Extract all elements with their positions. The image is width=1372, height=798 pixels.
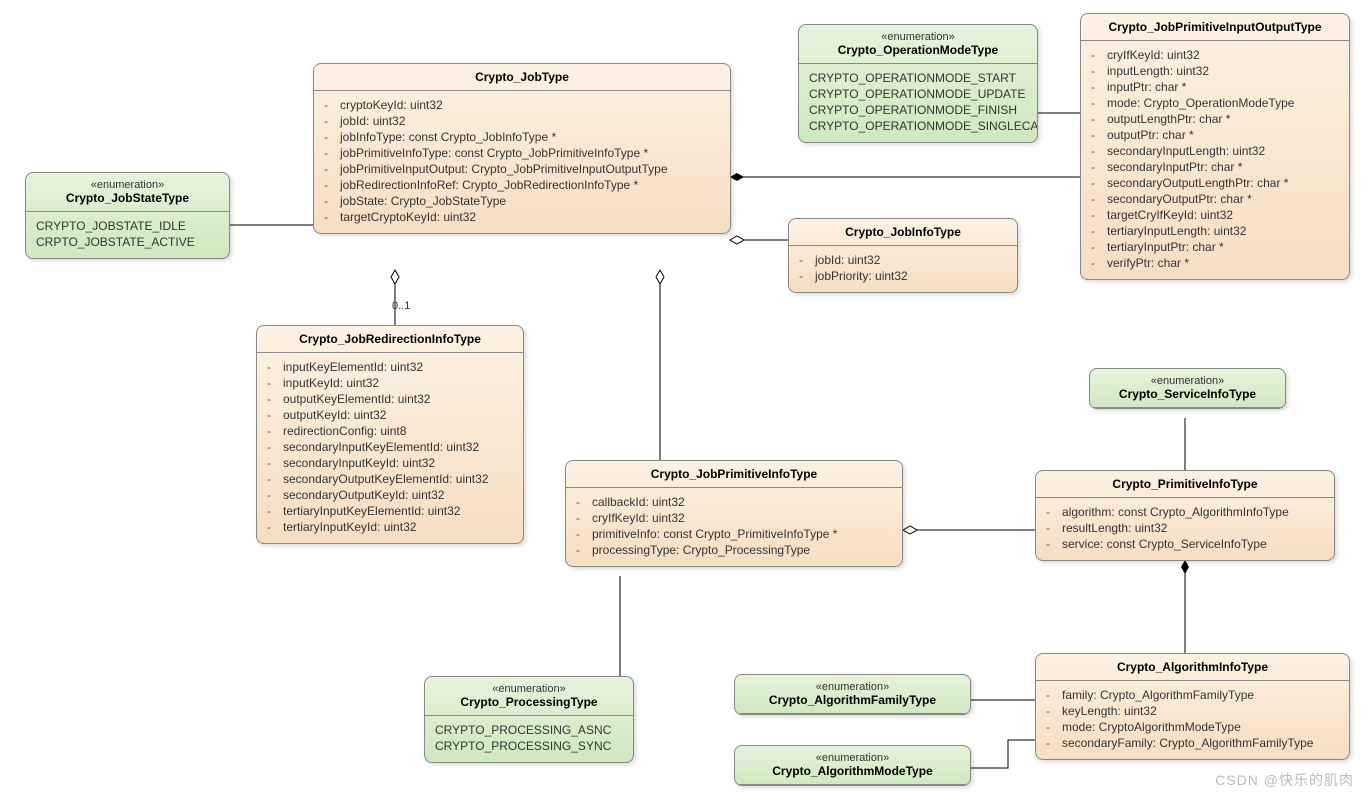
attribute: -jobId: uint32 [799, 252, 1007, 268]
class-name: Crypto_AlgorithmInfoType [1046, 660, 1339, 674]
class-name: Crypto_JobStateType [36, 191, 219, 205]
class-crypto-operationmodetype: «enumeration» Crypto_OperationModeType C… [798, 24, 1038, 143]
attribute: -jobRedirectionInfoRef: Crypto_JobRedire… [324, 177, 720, 193]
stereotype: «enumeration» [36, 179, 219, 191]
enum-literal: CRYPTO_OPERATIONMODE_SINGLECALL [809, 118, 1027, 134]
class-name: Crypto_OperationModeType [809, 43, 1027, 57]
class-crypto-algorithmfamilytype: «enumeration» Crypto_AlgorithmFamilyType [734, 674, 971, 715]
attribute: -secondaryOutputPtr: char * [1091, 191, 1339, 207]
attribute: -redirectionConfig: uint8 [267, 423, 513, 439]
attribute: -inputKeyId: uint32 [267, 375, 513, 391]
attribute: -verifyPtr: char * [1091, 255, 1339, 271]
multiplicity-0-1: 0..1 [392, 300, 410, 312]
attribute: -mode: CryptoAlgorithmModeType [1046, 719, 1339, 735]
stereotype: «enumeration» [745, 752, 960, 764]
class-crypto-algorithmmodetype: «enumeration» Crypto_AlgorithmModeType [734, 745, 971, 786]
attribute: -tertiaryInputKeyElementId: uint32 [267, 503, 513, 519]
class-crypto-algorithminfotype: Crypto_AlgorithmInfoType -family: Crypto… [1035, 653, 1350, 760]
attribute: -tertiaryInputPtr: char * [1091, 239, 1339, 255]
enum-literal: CRYPTO_OPERATIONMODE_FINISH [809, 102, 1027, 118]
attribute: -jobPrimitiveInputOutput: Crypto_JobPrim… [324, 161, 720, 177]
class-crypto-jobtype: Crypto_JobType -cryptoKeyId: uint32 -job… [313, 63, 731, 234]
attribute: -inputPtr: char * [1091, 79, 1339, 95]
watermark: CSDN @快乐的肌肉 [1215, 770, 1354, 790]
class-crypto-jobprimitiveinfotype: Crypto_JobPrimitiveInfoType -callbackId:… [565, 460, 903, 567]
stereotype: «enumeration» [809, 31, 1027, 43]
attribute: -cryptoKeyId: uint32 [324, 97, 720, 113]
attribute: -jobId: uint32 [324, 113, 720, 129]
class-name: Crypto_JobPrimitiveInputOutputType [1091, 20, 1339, 34]
class-crypto-jobstatetype: «enumeration» Crypto_JobStateType CRYPTO… [25, 172, 230, 259]
attribute: -tertiaryInputKeyId: uint32 [267, 519, 513, 535]
class-name: Crypto_AlgorithmModeType [745, 764, 960, 778]
attribute: -secondaryOutputKeyId: uint32 [267, 487, 513, 503]
attribute: -family: Crypto_AlgorithmFamilyType [1046, 687, 1339, 703]
attribute: -secondaryOutputLengthPtr: char * [1091, 175, 1339, 191]
attribute: -outputLengthPtr: char * [1091, 111, 1339, 127]
stereotype: «enumeration» [1100, 375, 1275, 387]
attribute: -jobInfoType: const Crypto_JobInfoType * [324, 129, 720, 145]
attribute: -resultLength: uint32 [1046, 520, 1324, 536]
enum-literal: CRYPTO_JOBSTATE_IDLE [36, 218, 219, 234]
class-name: Crypto_JobInfoType [799, 225, 1007, 239]
attribute: -inputLength: uint32 [1091, 63, 1339, 79]
class-name: Crypto_AlgorithmFamilyType [745, 693, 960, 707]
class-crypto-processingtype: «enumeration» Crypto_ProcessingType CRYP… [424, 676, 634, 763]
class-name: Crypto_PrimitiveInfoType [1046, 477, 1324, 491]
attribute: -callbackId: uint32 [576, 494, 892, 510]
attribute: -secondaryInputPtr: char * [1091, 159, 1339, 175]
stereotype: «enumeration» [435, 683, 623, 695]
class-crypto-jobredirectioninfotype: Crypto_JobRedirectionInfoType -inputKeyE… [256, 325, 524, 544]
attribute: -targetCryptoKeyId: uint32 [324, 209, 720, 225]
attribute: -jobState: Crypto_JobStateType [324, 193, 720, 209]
attribute: -inputKeyElementId: uint32 [267, 359, 513, 375]
class-name: Crypto_ProcessingType [435, 695, 623, 709]
attribute: -outputKeyElementId: uint32 [267, 391, 513, 407]
attribute: -keyLength: uint32 [1046, 703, 1339, 719]
class-name: Crypto_JobType [324, 70, 720, 84]
attribute: -secondaryFamily: Crypto_AlgorithmFamily… [1046, 735, 1339, 751]
attribute: -processingType: Crypto_ProcessingType [576, 542, 892, 558]
diagram-canvas: 0..1 «enumeration» Crypto_JobStateType C… [0, 0, 1372, 798]
attribute: -jobPriority: uint32 [799, 268, 1007, 284]
class-crypto-serviceinfotype: «enumeration» Crypto_ServiceInfoType [1089, 368, 1286, 409]
attribute: -jobPrimitiveInfoType: const Crypto_JobP… [324, 145, 720, 161]
attribute: -algorithm: const Crypto_AlgorithmInfoTy… [1046, 504, 1324, 520]
attribute: -cryIfKeyId: uint32 [1091, 47, 1339, 63]
enum-literal: CRYPTO_PROCESSING_ASNC [435, 722, 623, 738]
enum-literal: CRPTO_JOBSTATE_ACTIVE [36, 234, 219, 250]
attribute: -targetCryIfKeyId: uint32 [1091, 207, 1339, 223]
class-crypto-jobinfotype: Crypto_JobInfoType -jobId: uint32 -jobPr… [788, 218, 1018, 293]
attribute: -tertiaryInputLength: uint32 [1091, 223, 1339, 239]
attribute: -primitiveInfo: const Crypto_PrimitiveIn… [576, 526, 892, 542]
enum-literal: CRYPTO_PROCESSING_SYNC [435, 738, 623, 754]
class-name: Crypto_ServiceInfoType [1100, 387, 1275, 401]
attribute: -secondaryOutputKeyElementId: uint32 [267, 471, 513, 487]
class-name: Crypto_JobRedirectionInfoType [267, 332, 513, 346]
class-crypto-jobprimitiveinputoutputtype: Crypto_JobPrimitiveInputOutputType -cryI… [1080, 13, 1350, 280]
attribute: -secondaryInputKeyId: uint32 [267, 455, 513, 471]
attribute: -secondaryInputLength: uint32 [1091, 143, 1339, 159]
attribute: -cryIfKeyId: uint32 [576, 510, 892, 526]
attribute: -mode: Crypto_OperationModeType [1091, 95, 1339, 111]
attribute: -outputKeyId: uint32 [267, 407, 513, 423]
stereotype: «enumeration» [745, 681, 960, 693]
attribute: -outputPtr: char * [1091, 127, 1339, 143]
enum-literal: CRYPTO_OPERATIONMODE_START [809, 70, 1027, 86]
class-name: Crypto_JobPrimitiveInfoType [576, 467, 892, 481]
attr-list: -cryptoKeyId: uint32 -jobId: uint32 -job… [314, 91, 730, 233]
class-crypto-primitiveinfotype: Crypto_PrimitiveInfoType -algorithm: con… [1035, 470, 1335, 561]
attribute: -secondaryInputKeyElementId: uint32 [267, 439, 513, 455]
attribute: -service: const Crypto_ServiceInfoType [1046, 536, 1324, 552]
enum-literal: CRYPTO_OPERATIONMODE_UPDATE [809, 86, 1027, 102]
